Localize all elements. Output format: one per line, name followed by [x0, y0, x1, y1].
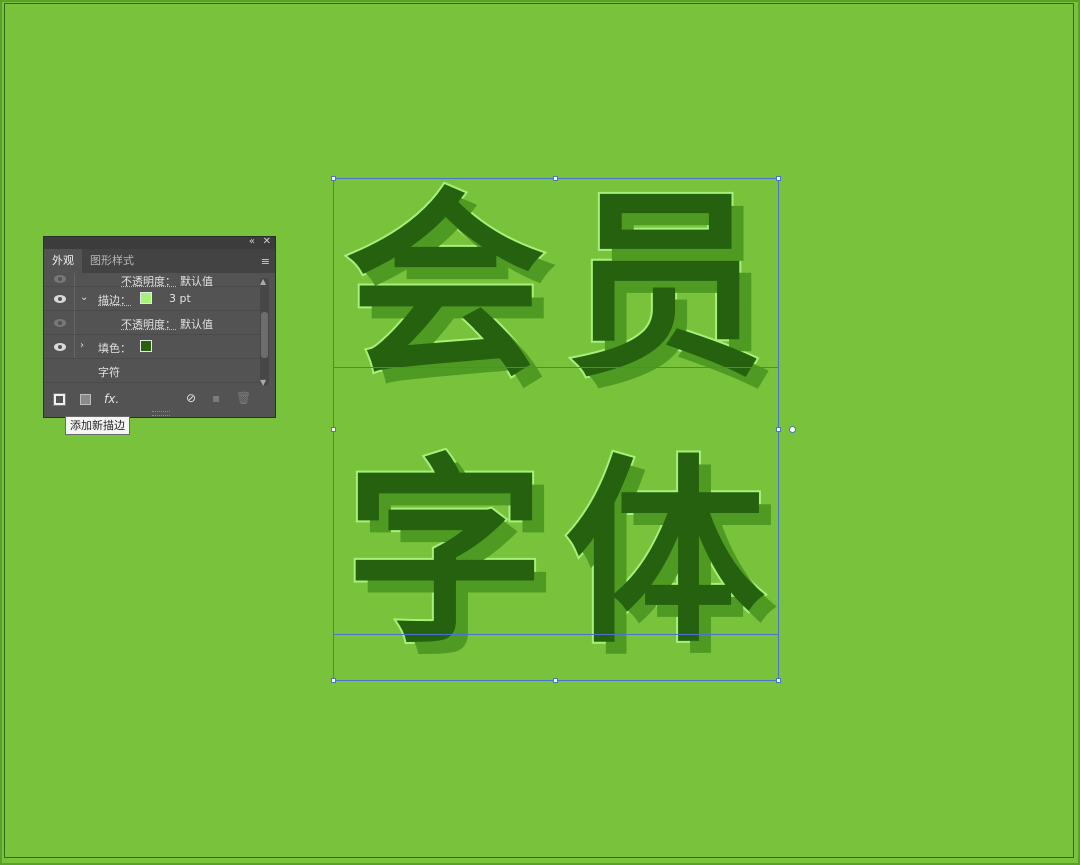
handle-bottom-center[interactable]	[553, 678, 558, 683]
add-new-fill-icon[interactable]	[80, 394, 91, 405]
handle-top-right[interactable]	[776, 176, 781, 181]
row-character[interactable]: 字符	[44, 359, 262, 383]
scroll-down-icon[interactable]: ▼	[260, 378, 266, 387]
delete-item-icon[interactable]: 🗑	[236, 391, 251, 405]
add-new-stroke-icon[interactable]	[53, 393, 66, 406]
row-fill[interactable]: › 填色：	[44, 335, 262, 359]
tooltip-add-new-stroke: 添加新描边	[65, 416, 130, 435]
tab-appearance[interactable]: 外观	[44, 249, 82, 273]
handle-bottom-left[interactable]	[331, 678, 336, 683]
chevron-down-icon[interactable]: ⌄	[80, 292, 88, 303]
fill-color-swatch[interactable]	[140, 340, 152, 352]
glyph-ti: 体	[563, 438, 767, 671]
glyph-yuan: 员	[563, 171, 767, 404]
handle-top-center[interactable]	[553, 176, 558, 181]
fill-label[interactable]: 填色：	[98, 340, 131, 356]
panel-resize-grip[interactable]	[152, 411, 170, 416]
panel-scrollbar[interactable]: ▲ ▼	[260, 277, 269, 387]
row-stroke[interactable]: ⌄ 描边： 3 pt	[44, 287, 262, 311]
visibility-eye-icon[interactable]	[54, 275, 66, 283]
glyph-hui: 会	[343, 171, 547, 404]
character-label[interactable]: 字符	[98, 364, 120, 380]
visibility-eye-icon[interactable]	[54, 319, 66, 327]
handle-top-left[interactable]	[331, 176, 336, 181]
opacity-value: 默认值	[180, 318, 213, 331]
row-opacity-top[interactable]: 不透明度： 默认值	[44, 273, 262, 288]
tab-graphic-styles[interactable]: 图形样式	[82, 249, 142, 273]
visibility-eye-icon[interactable]	[54, 295, 66, 303]
stroke-label[interactable]: 描边：	[98, 292, 131, 308]
close-icon[interactable]: ✕	[263, 236, 271, 247]
panel-titlebar[interactable]: « ✕	[44, 236, 275, 249]
fx-effects-icon[interactable]: fx.	[104, 392, 119, 406]
stroke-weight[interactable]: 3 pt	[169, 292, 191, 305]
scroll-up-icon[interactable]: ▲	[260, 277, 266, 286]
appearance-panel: « ✕ 外观 图形样式 ≡ 不透明度： 默认值 ⌄ 描边： 3 pt 不透明度：…	[43, 236, 276, 418]
visibility-eye-icon[interactable]	[54, 343, 66, 351]
handle-middle-right[interactable]	[776, 427, 781, 432]
clear-appearance-icon[interactable]: ⊘	[186, 391, 196, 405]
panel-tabs: 外观 图形样式 ≡	[44, 249, 275, 273]
panel-menu-icon[interactable]: ≡	[261, 255, 270, 268]
artboard[interactable]	[4, 3, 1074, 858]
opacity-label[interactable]: 不透明度：	[121, 316, 176, 332]
scroll-thumb[interactable]	[261, 312, 268, 358]
baseline-1	[333, 367, 779, 368]
baseline-2	[333, 634, 779, 635]
text-flow-port[interactable]	[789, 426, 796, 433]
handle-middle-left[interactable]	[331, 427, 336, 432]
appearance-rows: 不透明度： 默认值 ⌄ 描边： 3 pt 不透明度： 默认值 › 填色： 字符	[44, 273, 275, 391]
collapse-icon[interactable]: «	[249, 236, 255, 247]
duplicate-item-icon[interactable]: ▪	[212, 391, 220, 405]
row-opacity-stroke[interactable]: 不透明度： 默认值	[44, 311, 262, 335]
glyph-zi: 字	[343, 438, 547, 671]
stroke-color-swatch[interactable]	[140, 292, 152, 304]
handle-bottom-right[interactable]	[776, 678, 781, 683]
chevron-right-icon[interactable]: ›	[80, 340, 84, 351]
panel-toolbar: fx. ⊘ ▪ 🗑	[44, 391, 275, 411]
